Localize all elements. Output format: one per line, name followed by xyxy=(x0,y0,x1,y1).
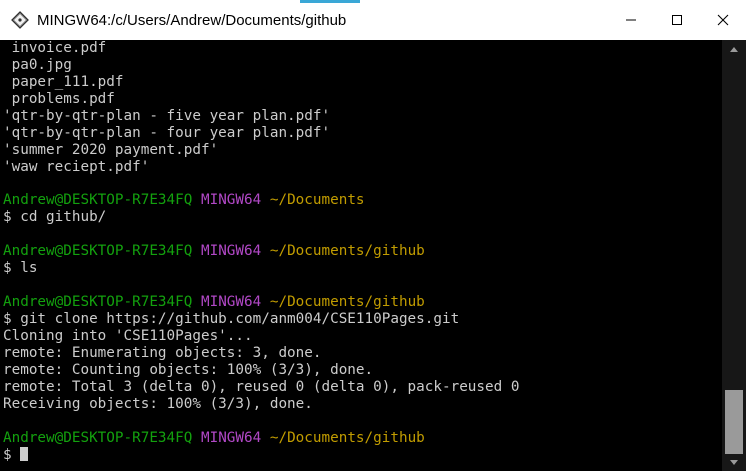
terminal-text: 'waw reciept.pdf' xyxy=(3,158,150,175)
terminal-text: $ git clone https://github.com/anm004/CS… xyxy=(3,311,460,327)
terminal-line: 'summer 2020 payment.pdf' xyxy=(3,142,722,159)
minimize-icon xyxy=(626,19,636,21)
terminal-line: Receiving objects: 100% (3/3), done. xyxy=(3,396,722,413)
terminal-text: MINGW64 xyxy=(200,429,270,446)
terminal-text: 'qtr-by-qtr-plan - five year plan.pdf' xyxy=(3,107,331,124)
terminal-line: $ ls xyxy=(3,260,722,277)
terminal-text: remote: Total 3 (delta 0), reused 0 (del… xyxy=(3,378,520,395)
terminal-text: 'summer 2020 payment.pdf' xyxy=(3,141,219,158)
terminal-line: problems.pdf xyxy=(3,91,722,108)
terminal-lines: invoice.pdf pa0.jpg paper_111.pdf proble… xyxy=(0,40,722,463)
terminal-line: invoice.pdf xyxy=(3,40,722,57)
terminal-line: 'waw reciept.pdf' xyxy=(3,159,722,176)
terminal-text: MINGW64 xyxy=(200,294,270,311)
terminal-line: Andrew@DESKTOP-R7E34FQ MINGW64 ~/Documen… xyxy=(3,243,722,260)
terminal-text: $ xyxy=(3,446,12,463)
terminal-text: 'qtr-by-qtr-plan - four year plan.pdf' xyxy=(3,124,331,141)
vertical-scrollbar[interactable] xyxy=(722,40,746,471)
close-icon xyxy=(717,14,729,26)
terminal-text: ~/Documents/github xyxy=(269,243,425,260)
terminal-text: paper_111.pdf xyxy=(3,73,124,90)
terminal-text: ~/Documents/github xyxy=(269,294,425,311)
terminal-text: remote: Enumerating objects: 3, done. xyxy=(3,344,322,361)
terminal-line: 'qtr-by-qtr-plan - five year plan.pdf' xyxy=(3,108,722,125)
scrollbar-thumb[interactable] xyxy=(725,390,743,454)
terminal-text: Cloning into 'CSE110Pages'... xyxy=(3,327,253,344)
window-title: MINGW64:/c/Users/Andrew/Documents/github xyxy=(37,11,347,29)
terminal-line: $ cd github/ xyxy=(3,209,722,226)
git-bash-app-icon[interactable] xyxy=(11,11,29,29)
terminal-text: Andrew@DESKTOP-R7E34FQ xyxy=(3,192,201,209)
terminal-line: Cloning into 'CSE110Pages'... xyxy=(3,328,722,345)
maximize-button[interactable] xyxy=(654,0,700,40)
terminal-line: Andrew@DESKTOP-R7E34FQ MINGW64 ~/Documen… xyxy=(3,294,722,311)
close-button[interactable] xyxy=(700,0,746,40)
title-bar[interactable]: MINGW64:/c/Users/Andrew/Documents/github xyxy=(0,0,746,40)
window-controls xyxy=(608,0,746,40)
minimize-button[interactable] xyxy=(608,0,654,40)
terminal-line: 'qtr-by-qtr-plan - four year plan.pdf' xyxy=(3,125,722,142)
terminal-line: $ git clone https://github.com/anm004/CS… xyxy=(3,311,722,328)
terminal-text: $ ls xyxy=(3,260,38,277)
terminal-text: Receiving objects: 100% (3/3), done. xyxy=(3,395,313,412)
terminal-text: ~/Documents/github xyxy=(269,429,425,446)
terminal-line: pa0.jpg xyxy=(3,57,722,74)
terminal-cursor xyxy=(20,446,29,461)
title-accent-strip xyxy=(300,0,360,3)
terminal-line: remote: Enumerating objects: 3, done. xyxy=(3,345,722,362)
terminal-output[interactable]: invoice.pdf pa0.jpg paper_111.pdf proble… xyxy=(0,40,722,471)
terminal-text: Andrew@DESKTOP-R7E34FQ xyxy=(3,429,201,446)
scroll-down-arrow-icon xyxy=(730,459,738,465)
terminal-line: remote: Counting objects: 100% (3/3), do… xyxy=(3,362,722,379)
terminal-text: problems.pdf xyxy=(3,90,115,107)
terminal-text: Andrew@DESKTOP-R7E34FQ xyxy=(3,294,201,311)
terminal-text: invoice.pdf xyxy=(3,40,107,56)
terminal-text: ~/Documents xyxy=(269,192,365,209)
terminal-line: $ xyxy=(3,446,722,464)
scroll-up-button[interactable] xyxy=(722,40,746,57)
terminal-text: remote: Counting objects: 100% (3/3), do… xyxy=(3,361,374,378)
terminal-line: Andrew@DESKTOP-R7E34FQ MINGW64 ~/Documen… xyxy=(3,192,722,209)
terminal-text: pa0.jpg xyxy=(3,56,72,73)
maximize-icon xyxy=(672,15,682,25)
terminal-text: Andrew@DESKTOP-R7E34FQ xyxy=(3,243,201,260)
scroll-up-arrow-icon xyxy=(730,46,738,52)
terminal-line: paper_111.pdf xyxy=(3,74,722,91)
terminal-text: MINGW64 xyxy=(200,192,270,209)
terminal-window: MINGW64:/c/Users/Andrew/Documents/github… xyxy=(0,0,746,471)
terminal-text: $ cd github/ xyxy=(3,209,107,226)
terminal-line: remote: Total 3 (delta 0), reused 0 (del… xyxy=(3,379,722,396)
scroll-down-button[interactable] xyxy=(722,454,746,471)
terminal-text: MINGW64 xyxy=(200,243,270,260)
terminal-line: Andrew@DESKTOP-R7E34FQ MINGW64 ~/Documen… xyxy=(3,430,722,447)
